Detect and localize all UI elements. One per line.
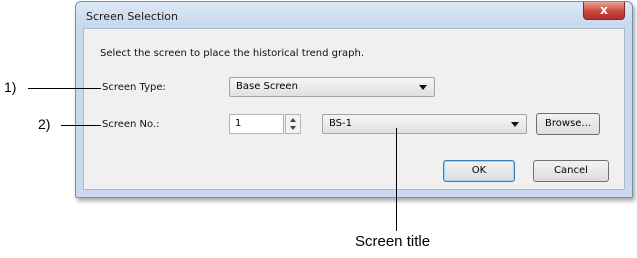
cancel-button[interactable]: Cancel	[533, 160, 609, 182]
ok-button[interactable]: OK	[443, 160, 515, 182]
instruction-text: Select the screen to place the historica…	[100, 48, 365, 59]
close-button[interactable]: x	[583, 2, 625, 20]
screen-no-label: Screen No.:	[102, 119, 160, 130]
dialog-title: Screen Selection	[86, 10, 179, 23]
screen-title-leader	[396, 128, 397, 231]
screen-no-value: 1	[235, 118, 242, 129]
spin-up-icon[interactable]	[290, 118, 296, 122]
title-bar[interactable]: Screen Selection x	[76, 2, 632, 28]
screen-no-spinner[interactable]	[285, 114, 301, 134]
screen-type-label: Screen Type:	[102, 82, 166, 93]
callout-2-label: 2)	[38, 116, 51, 132]
callout-1-leader	[28, 88, 101, 89]
screen-selection-dialog: Screen Selection x Select the screen to …	[75, 1, 633, 198]
chevron-down-icon	[419, 85, 427, 90]
screen-type-value: Base Screen	[236, 81, 298, 92]
callout-1-label: 1)	[4, 79, 17, 95]
spin-down-icon[interactable]	[290, 126, 296, 130]
screen-title-annotation: Screen title	[355, 233, 431, 250]
screen-title-dropdown[interactable]: BS-1	[322, 114, 527, 134]
browse-button[interactable]: Browse...	[536, 113, 600, 135]
screen-type-dropdown[interactable]: Base Screen	[229, 77, 435, 97]
screen-no-input[interactable]: 1	[229, 114, 284, 134]
screen-title-value: BS-1	[329, 118, 353, 129]
callout-2-leader	[61, 125, 101, 126]
chevron-down-icon	[511, 122, 519, 127]
dialog-body: Select the screen to place the historica…	[83, 28, 625, 190]
